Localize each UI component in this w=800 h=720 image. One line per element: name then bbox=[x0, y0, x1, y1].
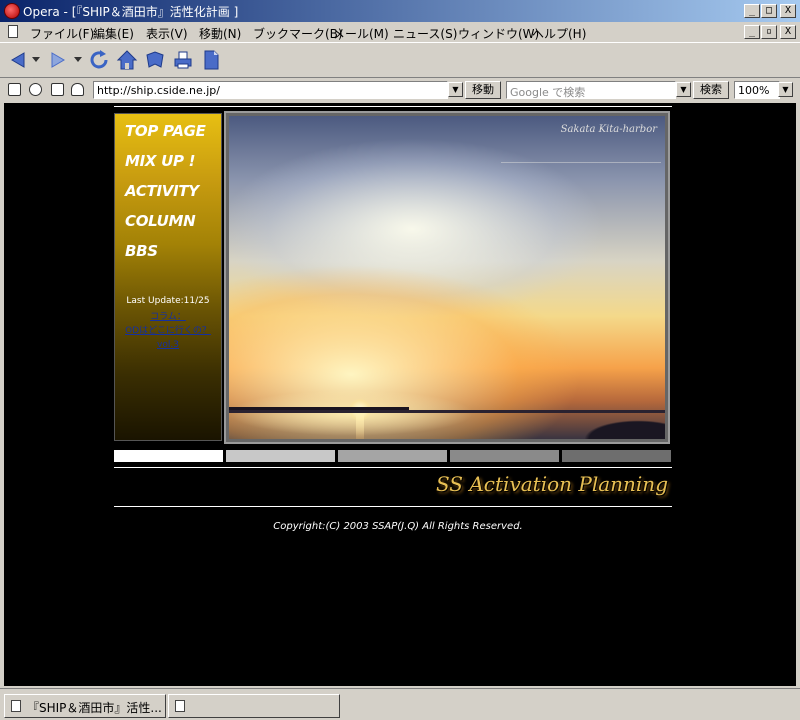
nav-top-page[interactable]: TOP PAGE bbox=[125, 122, 206, 140]
menu-file[interactable]: ファイル(F) bbox=[30, 25, 94, 42]
menu-mail[interactable]: メール(M) bbox=[333, 25, 389, 42]
menu-news[interactable]: ニュース(S) bbox=[393, 25, 457, 42]
nav-activity[interactable]: ACTIVITY bbox=[125, 182, 199, 200]
nav-bbs[interactable]: BBS bbox=[125, 242, 158, 260]
color-swatch-4 bbox=[450, 450, 559, 462]
pier-shape bbox=[229, 407, 409, 410]
sunset-harbor-photo: Sakata Kita-harbor bbox=[229, 116, 665, 439]
color-swatch-2 bbox=[226, 450, 335, 462]
page-tab-icon bbox=[175, 700, 185, 712]
page-viewport: TOP PAGE MIX UP ! ACTIVITY COLUMN BBS La… bbox=[4, 103, 796, 686]
tab-label: 『SHIP＆酒田市』活性... bbox=[27, 701, 162, 715]
hotlist-icon[interactable] bbox=[144, 49, 166, 71]
url-input[interactable]: http://ship.cside.ne.jp/ bbox=[93, 81, 448, 99]
menu-edit[interactable]: 編集(E) bbox=[93, 25, 134, 42]
update-link-title[interactable]: ODはどこに行くの？ bbox=[115, 324, 221, 338]
horizon-shape bbox=[229, 410, 665, 413]
brand-logo-text: SS Activation Planning bbox=[435, 472, 668, 496]
opera-logo-icon bbox=[4, 3, 20, 19]
last-update-label: Last Update:11/25 bbox=[126, 296, 210, 306]
reload-icon[interactable] bbox=[88, 49, 110, 71]
forward-arrow-icon[interactable] bbox=[48, 49, 70, 71]
back-history-dropdown-icon[interactable] bbox=[32, 57, 40, 63]
print-icon[interactable] bbox=[172, 49, 194, 71]
go-button[interactable]: 移動 bbox=[465, 81, 501, 99]
update-link-vol[interactable]: vol.3 bbox=[115, 338, 221, 352]
top-divider bbox=[114, 106, 672, 107]
update-link-column[interactable]: コラム： bbox=[115, 310, 221, 324]
lock-icon[interactable] bbox=[8, 83, 21, 96]
sun-reflection-shape bbox=[356, 413, 364, 439]
tab-ship-sakata[interactable]: 『SHIP＆酒田市』活性... bbox=[4, 694, 166, 718]
title-bar: Opera - [『SHIP＆酒田市』活性化計画 ] _ □ X bbox=[0, 0, 800, 22]
user-icon[interactable] bbox=[71, 83, 84, 96]
zoom-dropdown-icon[interactable]: ▼ bbox=[778, 82, 793, 97]
home-icon[interactable] bbox=[116, 49, 138, 71]
page-tab-icon bbox=[11, 700, 21, 712]
forward-history-dropdown-icon[interactable] bbox=[74, 57, 82, 63]
mdi-close-button[interactable]: X bbox=[780, 25, 796, 39]
photo-caption: Sakata Kita-harbor bbox=[560, 124, 657, 135]
color-swatch-1 bbox=[114, 450, 223, 462]
search-button[interactable]: 検索 bbox=[693, 81, 729, 99]
page-info-icon[interactable] bbox=[51, 83, 64, 96]
window-title: Opera - [『SHIP＆酒田市』活性化計画 ] bbox=[23, 5, 239, 19]
color-swatch-5 bbox=[562, 450, 671, 462]
mdi-minimize-button[interactable]: _ bbox=[744, 25, 760, 39]
menu-navigate[interactable]: 移動(N) bbox=[199, 25, 241, 42]
brand-top-divider bbox=[114, 467, 672, 468]
close-button[interactable]: X bbox=[780, 4, 796, 18]
menu-window[interactable]: ウィンドウ(W) bbox=[458, 25, 539, 42]
page-icon[interactable] bbox=[200, 49, 222, 71]
search-engine-dropdown-icon[interactable]: ▼ bbox=[676, 82, 691, 97]
menu-bookmarks[interactable]: ブックマーク(B) bbox=[253, 25, 343, 42]
shore-shape bbox=[575, 417, 665, 439]
color-swatch-3 bbox=[338, 450, 447, 462]
address-bar: http://ship.cside.ne.jp/ ▼ 移動 Google で検索… bbox=[0, 79, 800, 101]
hero-photo-frame: Sakata Kita-harbor bbox=[224, 111, 670, 444]
camera-icon[interactable] bbox=[29, 83, 42, 96]
caption-underline bbox=[501, 162, 661, 163]
back-arrow-icon[interactable] bbox=[6, 49, 28, 71]
mdi-restore-button[interactable]: ▫ bbox=[761, 25, 777, 39]
menu-view[interactable]: 表示(V) bbox=[146, 25, 188, 42]
maximize-button[interactable]: □ bbox=[761, 4, 777, 18]
document-icon[interactable] bbox=[8, 25, 18, 38]
brand-bottom-divider bbox=[114, 506, 672, 507]
minimize-button[interactable]: _ bbox=[744, 4, 760, 18]
url-dropdown-icon[interactable]: ▼ bbox=[448, 82, 463, 97]
nav-mix-up[interactable]: MIX UP ! bbox=[125, 152, 195, 170]
tab-bar: 『SHIP＆酒田市』活性... bbox=[0, 688, 800, 720]
tab-blank[interactable] bbox=[168, 694, 340, 718]
menu-help[interactable]: ヘルプ(H) bbox=[532, 25, 586, 42]
copyright-text: Copyright:(C) 2003 SSAP(J.Q) All Rights … bbox=[273, 521, 523, 532]
zoom-select[interactable]: 100% bbox=[734, 81, 780, 99]
menu-bar: ファイル(F) 編集(E) 表示(V) 移動(N) ブックマーク(B) メール(… bbox=[0, 22, 800, 42]
main-toolbar bbox=[0, 42, 800, 78]
nav-column[interactable]: COLUMN bbox=[125, 212, 196, 230]
search-input[interactable]: Google で検索 bbox=[506, 81, 676, 99]
nav-panel: TOP PAGE MIX UP ! ACTIVITY COLUMN BBS La… bbox=[114, 113, 222, 441]
